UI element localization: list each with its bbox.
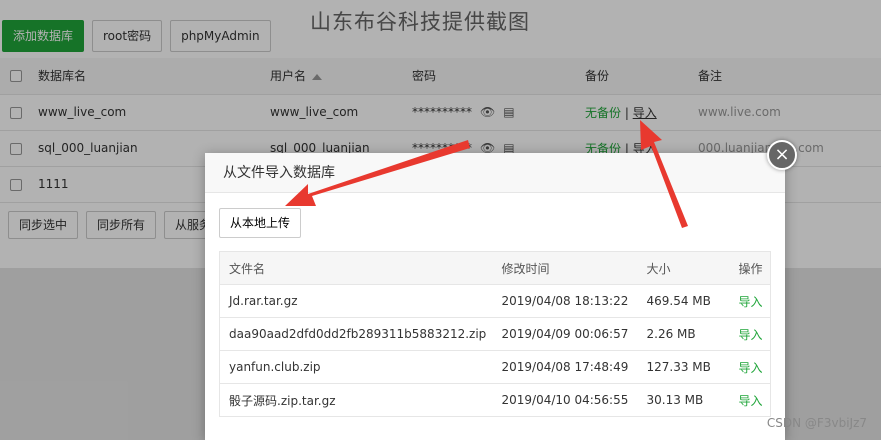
col-mtime: 修改时间 <box>492 251 638 285</box>
import-file-link[interactable]: 导入 <box>729 350 771 384</box>
csdn-watermark: CSDN @F3vbiJz7 <box>766 416 867 430</box>
import-file-link[interactable]: 导入 <box>729 383 771 417</box>
file-mtime: 2019/04/09 00:06:57 <box>492 317 638 351</box>
file-size: 469.54 MB <box>637 284 730 318</box>
table-row: 骰子源码.zip.tar.gz 2019/04/10 04:56:55 30.1… <box>219 383 771 417</box>
import-file-link[interactable]: 导入 <box>729 284 771 318</box>
file-name: daa90aad2dfd0dd2fb289311b5883212.zip <box>219 317 493 351</box>
close-dialog-button[interactable]: × <box>767 140 797 170</box>
file-mtime: 2019/04/10 04:56:55 <box>492 383 638 417</box>
dialog-title: 从文件导入数据库 <box>205 153 785 193</box>
table-row: Jd.rar.tar.gz 2019/04/08 18:13:22 469.54… <box>219 284 771 318</box>
file-size: 127.33 MB <box>637 350 730 384</box>
col-file-name: 文件名 <box>219 251 493 285</box>
file-size: 30.13 MB <box>637 383 730 417</box>
file-mtime: 2019/04/08 17:48:49 <box>492 350 638 384</box>
file-table-header: 文件名 修改时间 大小 操作 <box>219 251 771 285</box>
col-size: 大小 <box>637 251 730 285</box>
file-name: Jd.rar.tar.gz <box>219 284 493 318</box>
import-file-link[interactable]: 导入 <box>729 317 771 351</box>
file-size: 2.26 MB <box>637 317 730 351</box>
file-table: 文件名 修改时间 大小 操作 Jd.rar.tar.gz 2019/04/08 … <box>219 251 771 417</box>
table-row: daa90aad2dfd0dd2fb289311b5883212.zip 201… <box>219 317 771 351</box>
file-mtime: 2019/04/08 18:13:22 <box>492 284 638 318</box>
col-op: 操作 <box>729 251 771 285</box>
file-name: 骰子源码.zip.tar.gz <box>219 383 493 417</box>
upload-local-button[interactable]: 从本地上传 <box>219 208 302 238</box>
file-name: yanfun.club.zip <box>219 350 493 384</box>
import-database-dialog: 从文件导入数据库 从本地上传 文件名 修改时间 大小 操作 Jd.rar.tar… <box>205 153 785 440</box>
table-row: yanfun.club.zip 2019/04/08 17:48:49 127.… <box>219 350 771 384</box>
